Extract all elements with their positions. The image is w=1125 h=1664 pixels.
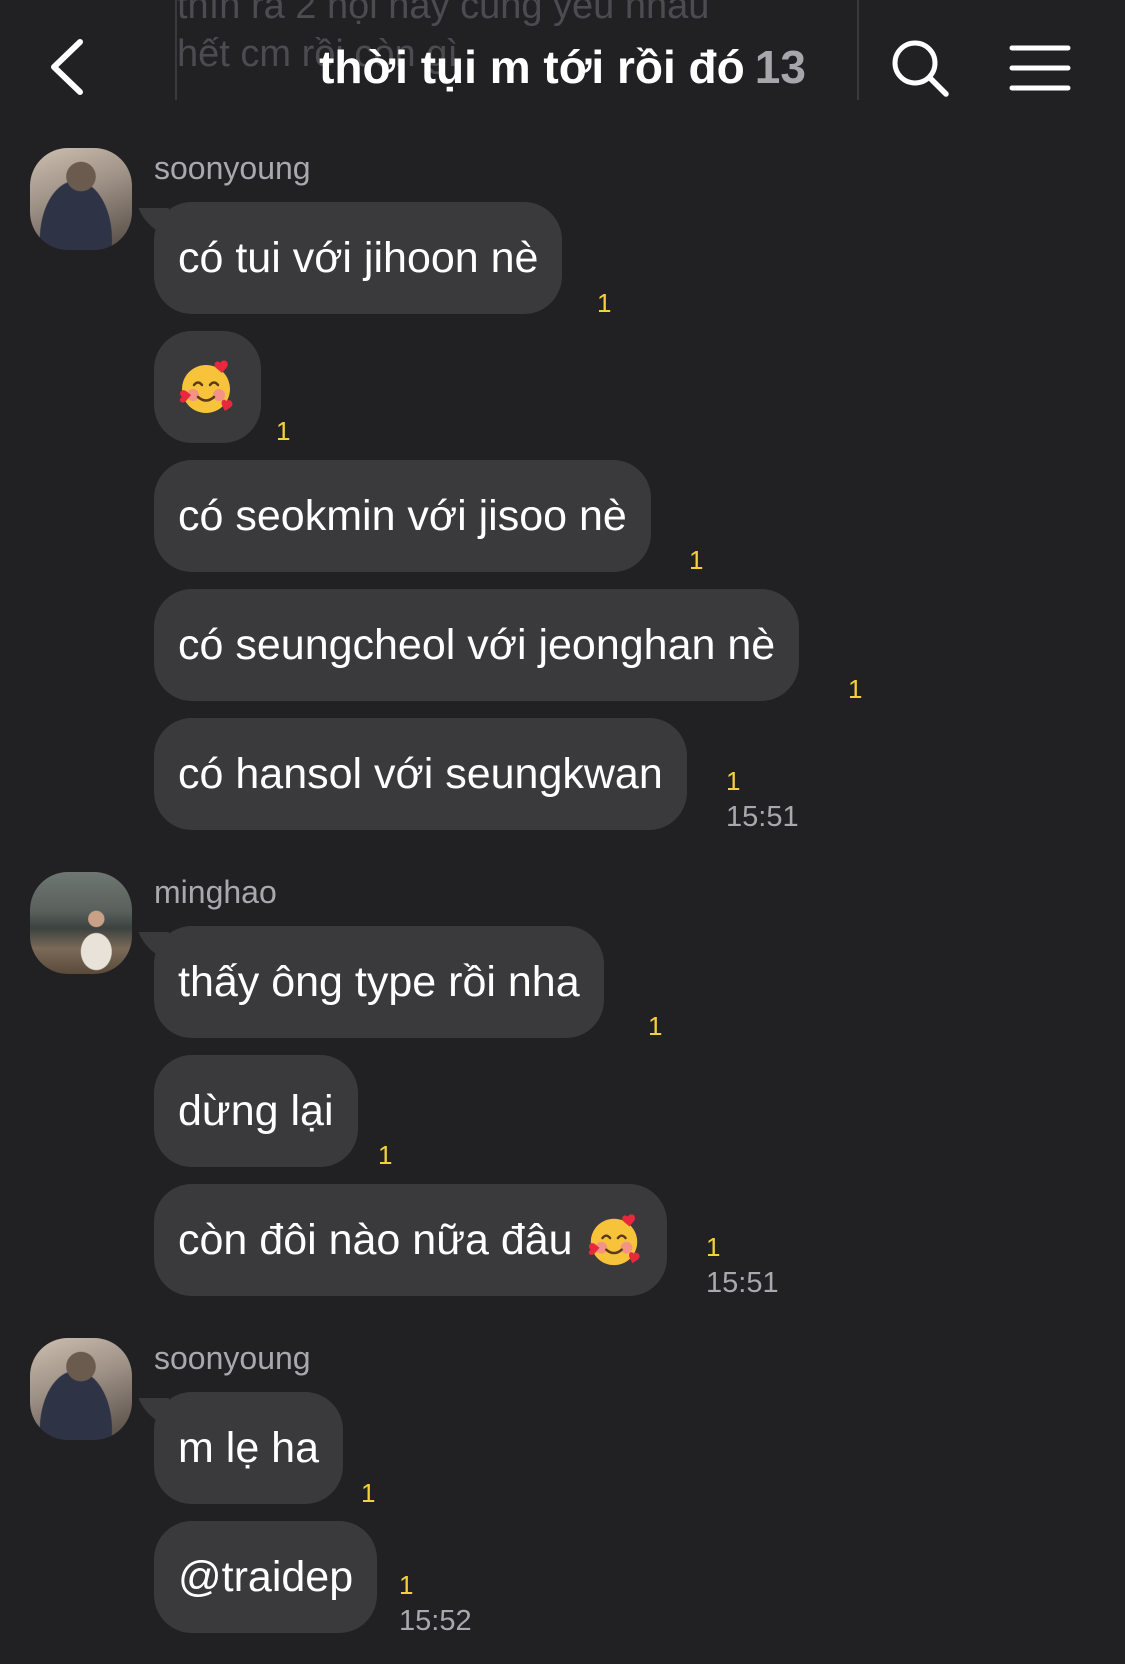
search-icon <box>892 40 949 97</box>
unread-count: 1 <box>399 1570 414 1600</box>
unread-count: 1 <box>689 545 704 575</box>
avatar-soonyoung[interactable] <box>30 1338 132 1440</box>
message-bubble[interactable]: m lẹ ha <box>154 1392 344 1504</box>
message-text: có hansol với seungkwan <box>178 750 663 798</box>
sender-name: soonyoung <box>154 150 311 186</box>
unread-count: 1 <box>726 766 741 796</box>
message-timestamp: 15:52 <box>399 1605 472 1637</box>
message-timestamp: 15:51 <box>726 801 799 833</box>
smiling-face-with-hearts-icon <box>179 360 233 413</box>
chat-header: thời tụi m tới rồi đó 13 <box>0 0 1125 135</box>
hamburger-menu-icon <box>1009 45 1071 91</box>
message-text: còn đôi nào nữa đâu <box>178 1216 573 1264</box>
message-timestamp: 15:51 <box>706 1267 779 1299</box>
message-bubble[interactable]: có seungcheol với jeonghan nè <box>154 589 800 701</box>
smiling-face-with-hearts-icon <box>588 1214 640 1266</box>
menu-button[interactable] <box>1008 42 1072 94</box>
message-text: @traidep <box>178 1553 354 1601</box>
search-button[interactable] <box>888 36 952 100</box>
message-bubble[interactable]: dừng lại <box>154 1055 358 1167</box>
member-count: 13 <box>754 41 806 93</box>
chat-name: thời tụi m tới rồi đó <box>319 41 745 93</box>
message-bubble[interactable]: có tui với jihoon nè <box>154 202 563 314</box>
message-text: có tui với jihoon nè <box>178 234 539 282</box>
sender-name: soonyoung <box>154 1340 311 1376</box>
message-bubble[interactable]: @traidep <box>154 1521 378 1633</box>
emoji-message-bubble[interactable] <box>154 331 261 443</box>
unread-count: 1 <box>648 1011 663 1041</box>
message-text: thấy ông type rồi nha <box>178 958 580 1006</box>
avatar-minghao[interactable] <box>30 872 132 974</box>
message-bubble[interactable]: còn đôi nào nữa đâu <box>154 1184 667 1296</box>
message-text: có seokmin với jisoo nè <box>178 492 627 540</box>
message-bubble[interactable]: thấy ông type rồi nha <box>154 926 604 1038</box>
sender-name: minghao <box>154 874 277 910</box>
avatar-soonyoung[interactable] <box>30 148 132 250</box>
unread-count: 1 <box>706 1232 721 1262</box>
chat-title: thời tụi m tới rồi đó 13 <box>0 36 1125 98</box>
message-text: dừng lại <box>178 1087 334 1135</box>
unread-count: 1 <box>378 1140 393 1170</box>
message-text: m lẹ ha <box>178 1424 320 1472</box>
message-bubble[interactable]: có seokmin với jisoo nè <box>154 460 651 572</box>
unread-count: 1 <box>361 1478 376 1508</box>
unread-count: 1 <box>276 416 291 446</box>
unread-count: 1 <box>848 674 863 704</box>
message-text: có seungcheol với jeonghan nè <box>178 621 776 669</box>
message-bubble[interactable]: có hansol với seungkwan <box>154 718 687 830</box>
unread-count: 1 <box>597 288 612 318</box>
